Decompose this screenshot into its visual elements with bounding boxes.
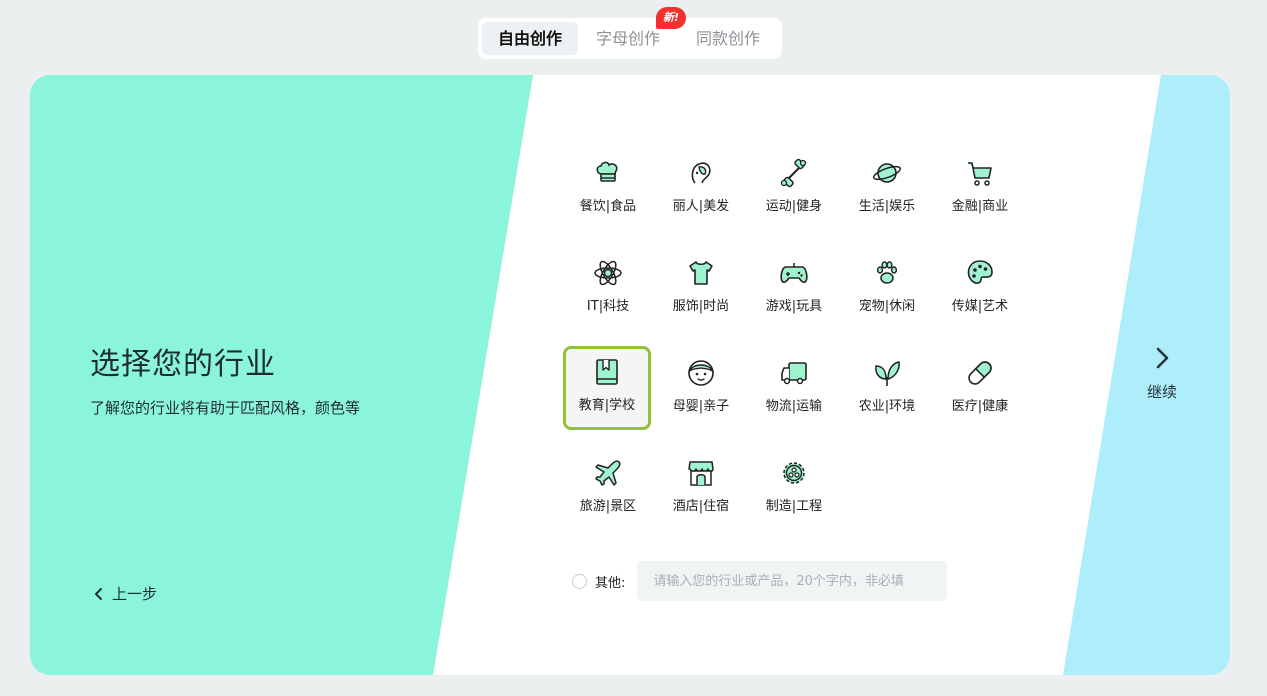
industry-item-games[interactable]: 游戏|玩具: [750, 247, 838, 331]
planet-icon: [873, 163, 901, 183]
other-label: 其他:: [595, 575, 626, 591]
industry-item-travel[interactable]: 旅游|景区: [564, 447, 652, 531]
industry-item-maternity[interactable]: 母婴|亲子: [657, 347, 745, 431]
other-radio[interactable]: [572, 573, 587, 589]
industry-item-beauty[interactable]: 丽人|美发: [657, 147, 745, 231]
industry-item-logistics[interactable]: 物流|运输: [750, 347, 838, 431]
other-industry-input[interactable]: [637, 561, 948, 601]
pill-icon: [968, 361, 992, 385]
page-subtitle: 了解您的行业将有助于匹配风格，颜色等: [90, 399, 361, 417]
gear-icon: [783, 462, 805, 484]
new-badge: 新!: [656, 7, 686, 29]
atom-icon: [594, 260, 622, 286]
industry-label: 制造|工程: [765, 499, 823, 514]
industry-label: 母婴|亲子: [672, 399, 730, 414]
industry-item-sports[interactable]: 运动|健身: [750, 147, 838, 231]
industry-item-pets[interactable]: 宠物|休闲: [843, 247, 931, 331]
industry-label: 生活|娱乐: [858, 199, 916, 214]
industry-item-manufacturing[interactable]: 制造|工程: [750, 447, 838, 531]
industry-label: 游戏|玩具: [765, 299, 823, 314]
industry-label: 酒店|住宿: [672, 499, 730, 514]
industry-label: 丽人|美发: [672, 199, 730, 214]
industry-item-food[interactable]: 餐饮|食品: [564, 147, 652, 231]
industry-item-media[interactable]: 传媒|艺术: [936, 247, 1024, 331]
industry-label: 旅游|景区: [579, 499, 637, 514]
paw-icon: [876, 261, 898, 284]
gamepad-icon: [780, 263, 808, 284]
industry-label: 医疗|健康: [951, 399, 1009, 414]
continue-label: 继续: [1146, 383, 1177, 401]
beauty-face-icon: [691, 162, 711, 184]
chef-hat-icon: [596, 161, 618, 182]
industry-label: 宠物|休闲: [858, 299, 916, 314]
shopping-cart-icon: [968, 162, 992, 186]
other-industry-row: 其他:: [572, 561, 948, 601]
industry-item-fashion[interactable]: 服饰|时尚: [657, 247, 745, 331]
industry-item-it[interactable]: IT|科技: [564, 247, 652, 331]
industry-label: 服饰|时尚: [672, 299, 730, 314]
industry-label: 教育|学校: [578, 398, 636, 413]
leaf-icon: [875, 361, 900, 386]
industry-selection-card: 选择您的行业 了解您的行业将有助于匹配风格，颜色等 上一步 继续 餐饮|食品 丽…: [30, 75, 1230, 675]
industry-label: 餐饮|食品: [579, 199, 637, 214]
industry-item-hotel[interactable]: 酒店|住宿: [657, 447, 745, 531]
creation-mode-tabs: 自由创作 字母创作 同款创作: [478, 18, 782, 59]
industry-label: IT|科技: [586, 299, 630, 314]
baby-face-icon: [687, 360, 715, 386]
chevron-left-icon: [95, 587, 102, 600]
tab-same-style-creation[interactable]: 同款创作: [678, 22, 778, 55]
industry-item-agriculture[interactable]: 农业|环境: [843, 347, 931, 431]
truck-icon: [781, 362, 807, 385]
back-label: 上一步: [112, 585, 158, 603]
industry-label: 农业|环境: [858, 399, 916, 414]
dumbbell-icon: [780, 158, 807, 188]
chevron-right-icon: [1156, 347, 1169, 369]
book-icon: [596, 359, 618, 385]
storefront-icon: [688, 461, 714, 486]
industry-label: 金融|商业: [951, 199, 1009, 214]
industry-label: 物流|运输: [765, 399, 823, 414]
continue-button[interactable]: 继续: [1138, 345, 1186, 402]
industry-item-life[interactable]: 生活|娱乐: [843, 147, 931, 231]
tshirt-icon: [689, 261, 713, 285]
industry-label: 传媒|艺术: [951, 299, 1009, 314]
palette-icon: [967, 260, 993, 284]
industry-item-education[interactable]: 教育|学校: [563, 346, 651, 430]
tab-free-creation[interactable]: 自由创作: [482, 22, 578, 55]
industry-label: 运动|健身: [765, 199, 823, 214]
industry-item-finance[interactable]: 金融|商业: [936, 147, 1024, 231]
page-title: 选择您的行业: [90, 347, 276, 382]
airplane-icon: [595, 460, 621, 486]
industry-item-medical[interactable]: 医疗|健康: [936, 347, 1024, 431]
back-button[interactable]: 上一步: [94, 583, 157, 604]
